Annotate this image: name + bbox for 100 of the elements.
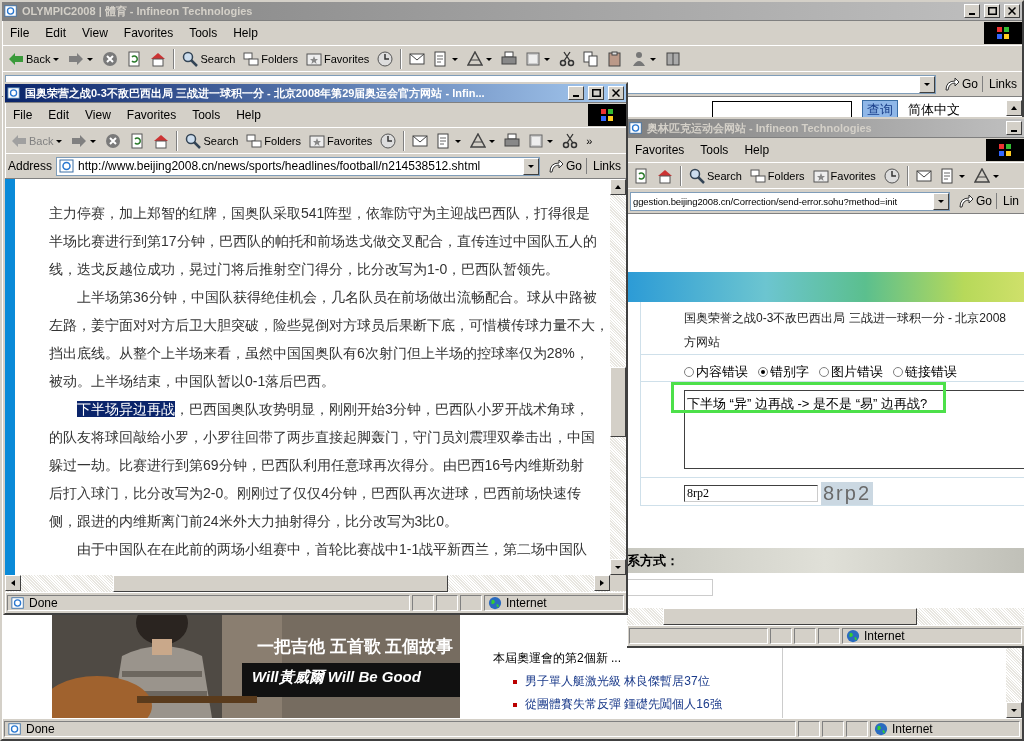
article-text: 后打入球门，比分改写为2-0。刚刚过了仅仅4分钟，巴西队再次进球，巴西前场快速传 — [49, 484, 583, 503]
horizontal-scrollbar[interactable] — [627, 608, 1024, 625]
news-link[interactable]: 男子單人艇激光級 林良傑暫居37位 — [525, 673, 710, 690]
radio-button[interactable] — [819, 367, 829, 377]
back-button[interactable]: Back — [5, 47, 64, 70]
minimize-button[interactable] — [568, 86, 584, 100]
menu-item[interactable]: Edit — [40, 108, 78, 122]
menu-item[interactable]: View — [74, 26, 116, 40]
contact-field[interactable] — [627, 579, 713, 596]
close-button[interactable] — [1004, 4, 1020, 18]
horizontal-scrollbar[interactable] — [5, 575, 626, 592]
menu-item[interactable]: View — [77, 108, 119, 122]
close-icon — [612, 89, 620, 97]
favorites-button[interactable]: Favorites — [306, 129, 376, 152]
minimize-button[interactable] — [1006, 121, 1022, 135]
folders-button[interactable]: Folders — [746, 164, 808, 187]
page-icon — [528, 132, 545, 149]
scroll-down-button[interactable] — [610, 559, 626, 575]
vertical-scrollbar[interactable] — [610, 179, 626, 575]
radio-option[interactable]: 链接错误 — [893, 363, 957, 381]
zone-text: Internet — [506, 596, 547, 610]
scroll-up-button[interactable] — [610, 179, 626, 195]
go-button[interactable]: Go — [543, 158, 587, 174]
menu-item[interactable]: Edit — [37, 26, 75, 40]
search-button[interactable]: 查询 — [862, 99, 898, 120]
scroll-down-button[interactable] — [1006, 702, 1022, 718]
go-button[interactable]: Go — [939, 76, 983, 92]
close-icon — [1008, 7, 1016, 15]
news-link[interactable]: 從團體賽失常反彈 鍾礎先闖個人16強 — [525, 696, 722, 713]
status-pane — [770, 628, 792, 644]
minimize-button[interactable] — [964, 4, 980, 18]
go-button[interactable]: Go — [953, 193, 997, 209]
section-heading: 系方式： — [627, 551, 679, 570]
menu-item[interactable]: Help — [228, 108, 269, 122]
address-label: Address — [8, 159, 53, 173]
radio-button[interactable] — [684, 367, 694, 377]
captcha-field[interactable]: 8rp2 — [684, 485, 818, 502]
menu-item[interactable]: File — [5, 108, 41, 122]
links-button[interactable]: Lin — [1001, 194, 1021, 208]
menu-item[interactable]: Favorites — [118, 108, 185, 122]
close-button[interactable] — [608, 86, 624, 100]
radio-button[interactable] — [758, 367, 768, 377]
caret-icon — [9, 579, 17, 587]
radio-option[interactable]: 错别字 — [758, 363, 809, 381]
menu-item[interactable]: Favorites — [627, 143, 693, 157]
search-field[interactable] — [712, 100, 852, 119]
scroll-up-button[interactable] — [1006, 100, 1022, 116]
folders-button[interactable]: Folders — [243, 129, 304, 152]
favorites-button[interactable]: Favorites — [303, 47, 373, 70]
folders-button[interactable]: Folders — [240, 47, 301, 70]
caret-icon — [922, 80, 931, 88]
figure-icon — [631, 50, 648, 67]
clock-icon — [883, 167, 900, 184]
radio-option[interactable]: 图片错误 — [819, 363, 883, 381]
browser-page-icon — [8, 722, 22, 736]
menu-item[interactable]: Help — [225, 26, 266, 40]
menu-item[interactable]: Favorites — [115, 26, 182, 40]
dropdown-button[interactable] — [918, 75, 935, 93]
scissors-icon — [562, 132, 579, 149]
search-button[interactable]: Search — [179, 47, 239, 70]
scroll-thumb[interactable] — [113, 575, 448, 592]
windows-flag-icon — [997, 142, 1013, 158]
caret-icon — [614, 183, 622, 191]
home-icon — [153, 132, 170, 149]
news-summary: 本屆奧運會的第2個新 ... — [493, 650, 622, 667]
browser-page-icon — [7, 86, 21, 100]
arrow-right-icon — [68, 50, 85, 67]
scroll-thumb[interactable] — [663, 608, 917, 625]
dropdown-button[interactable] — [932, 192, 949, 210]
menu-item[interactable]: File — [2, 26, 38, 40]
dropdown-button[interactable] — [522, 157, 539, 175]
menu-item[interactable]: Tools — [184, 108, 229, 122]
caret-icon — [526, 162, 535, 170]
clipboard-icon — [607, 50, 624, 67]
scroll-thumb[interactable] — [610, 367, 626, 437]
scroll-left-button[interactable] — [5, 575, 21, 591]
links-button[interactable]: Links — [591, 159, 623, 173]
maximize-button[interactable] — [588, 86, 604, 100]
search-button[interactable]: Search — [686, 164, 745, 187]
bullet-icon — [513, 679, 517, 684]
envelope-icon — [412, 132, 429, 149]
search-icon — [182, 50, 199, 67]
article-text: 下半场异边再战，巴西国奥队攻势明显，刚刚开始3分钟，巴西队小罗开战术角球， — [76, 400, 590, 419]
more-button[interactable]: » — [583, 129, 596, 152]
menu-item[interactable]: Tools — [692, 143, 737, 157]
scroll-right-button[interactable] — [594, 575, 610, 591]
language-link[interactable]: 简体中文 — [908, 100, 960, 119]
radio-option[interactable]: 内容错误 — [684, 363, 748, 381]
maximize-button[interactable] — [984, 4, 1000, 18]
address-field[interactable]: ggestion.beijing2008.cn/Correction/send-error.sohu?method=init — [630, 191, 950, 211]
menu-item[interactable]: Help — [736, 143, 778, 157]
comment-field[interactable]: 下半场 “异” 边再战 -> 是不是 “易” 边再战? — [684, 390, 1024, 469]
menu-item[interactable]: Tools — [181, 26, 226, 40]
radio-button[interactable] — [893, 367, 903, 377]
address-field[interactable]: http://www.beijing2008.cn/news/sports/headlines/football/n214538512.shtml — [56, 156, 540, 176]
favorites-button[interactable]: Favorites — [809, 164, 879, 187]
envelope-icon — [409, 50, 426, 67]
search-button[interactable]: Search — [182, 129, 242, 152]
globe-icon — [874, 722, 888, 736]
links-button[interactable]: Links — [987, 77, 1019, 91]
